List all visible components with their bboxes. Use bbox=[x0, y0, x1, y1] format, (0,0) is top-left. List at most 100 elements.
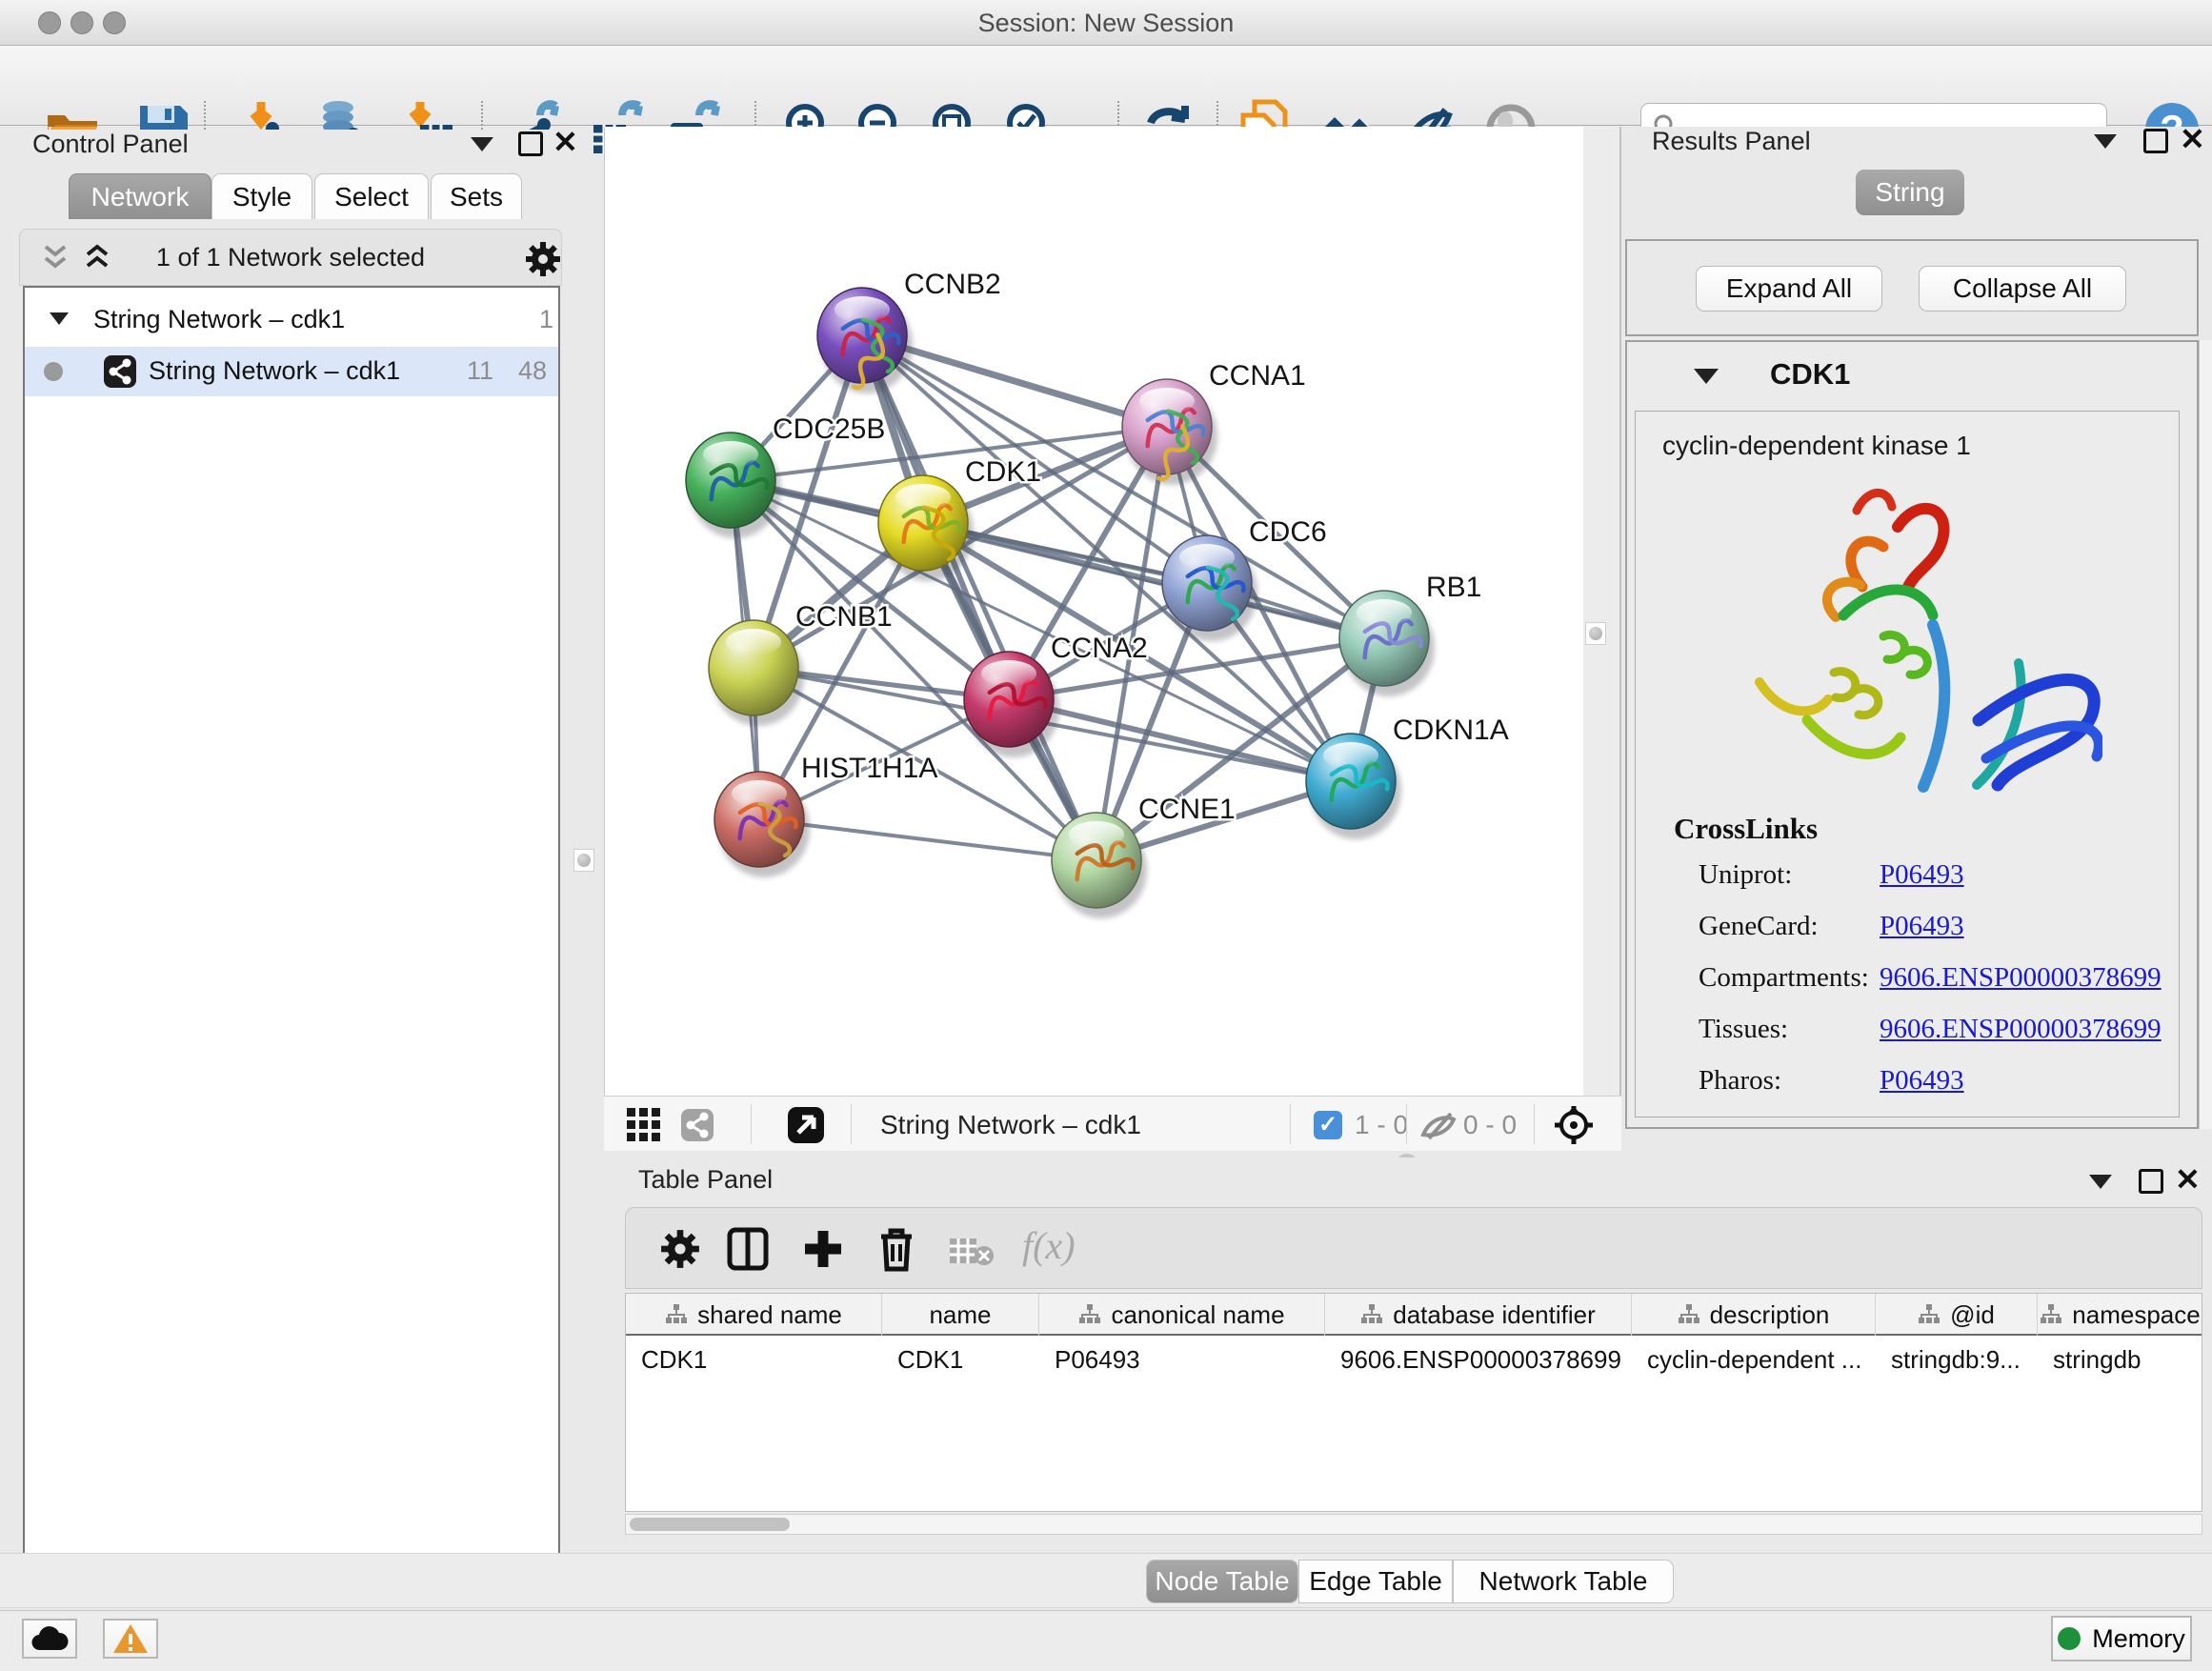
network-collection-count: 1 bbox=[539, 305, 553, 334]
left-splitter-handle[interactable] bbox=[573, 849, 594, 872]
column-header-namespace[interactable]: namespace bbox=[2038, 1294, 2202, 1336]
column-header--id[interactable]: @id bbox=[1876, 1294, 2038, 1336]
table-cell[interactable]: CDK1 bbox=[882, 1339, 1039, 1379]
table-cell[interactable]: stringdb:9... bbox=[1876, 1339, 2038, 1379]
tab-select[interactable]: Select bbox=[314, 173, 429, 219]
table-toolbar: f(x) bbox=[625, 1207, 2202, 1289]
main-toolbar: ? bbox=[0, 46, 2212, 126]
table-panel-close-icon[interactable]: ✕ bbox=[2175, 1167, 2201, 1192]
column-header-shared-name[interactable]: shared name bbox=[626, 1294, 882, 1336]
column-type-icon bbox=[1678, 1303, 1700, 1326]
delete-table-icon[interactable] bbox=[948, 1235, 994, 1267]
network-row-selected[interactable]: String Network – cdk1 11 48 bbox=[25, 347, 558, 396]
column-type-icon bbox=[665, 1303, 688, 1326]
control-panel-float-icon[interactable] bbox=[518, 131, 543, 156]
application-window: Session: New Session bbox=[0, 0, 2212, 1671]
crosslink-link[interactable]: 9606.ENSP00000378699 bbox=[1880, 962, 2162, 994]
network-node-CCNB2[interactable] bbox=[817, 288, 913, 393]
table-panel-float-menu-icon[interactable] bbox=[2089, 1175, 2112, 1189]
selected-items-checkbox-icon[interactable]: ✓ bbox=[1314, 1111, 1342, 1139]
network-node-RB1[interactable] bbox=[1339, 591, 1435, 696]
results-panel-close-icon[interactable]: ✕ bbox=[2180, 127, 2205, 151]
table-cell[interactable]: P06493 bbox=[1039, 1339, 1325, 1379]
results-panel-title: Results Panel bbox=[1652, 127, 1811, 156]
memory-button[interactable]: Memory bbox=[2051, 1616, 2192, 1661]
node-label-CCNE1: CCNE1 bbox=[1138, 794, 1236, 825]
table-panel: Table Panel ✕ bbox=[610, 1158, 2212, 1610]
crosslink-link[interactable]: P06493 bbox=[1880, 911, 1964, 942]
overview-splitter-handle[interactable] bbox=[1585, 622, 1606, 645]
network-row-label: String Network – cdk1 bbox=[149, 356, 400, 386]
toolbar-divider bbox=[851, 1104, 852, 1144]
scrollbar-thumb[interactable] bbox=[630, 1518, 790, 1531]
network-node-CDK1[interactable] bbox=[878, 475, 974, 581]
crosslink-label: Pharos: bbox=[1699, 1065, 1781, 1097]
cloud-icon bbox=[30, 1625, 69, 1652]
network-node-CCNA1[interactable] bbox=[1122, 379, 1217, 485]
network-view-title: String Network – cdk1 bbox=[880, 1110, 1141, 1140]
network-node-CCNA2[interactable] bbox=[964, 652, 1059, 757]
function-builder-icon[interactable]: f(x) bbox=[1022, 1223, 1076, 1268]
grid-view-icon[interactable] bbox=[627, 1108, 661, 1142]
column-header-name[interactable]: name bbox=[882, 1294, 1039, 1336]
warning-status-button[interactable] bbox=[103, 1619, 158, 1659]
results-panel-float-icon[interactable] bbox=[2143, 129, 2168, 153]
network-node-CDKN1A[interactable] bbox=[1306, 734, 1401, 839]
crosslink-link[interactable]: P06493 bbox=[1880, 859, 1964, 891]
table-cell[interactable]: stringdb bbox=[2038, 1339, 2202, 1379]
network-type-icon bbox=[103, 354, 137, 389]
table-panel-float-icon[interactable] bbox=[2139, 1169, 2163, 1194]
table-panel-title: Table Panel bbox=[638, 1165, 773, 1195]
attribute-table[interactable]: shared namenamecanonical namedatabase id… bbox=[625, 1293, 2202, 1512]
table-cell[interactable]: 9606.ENSP00000378699 bbox=[1325, 1339, 1632, 1379]
column-type-icon bbox=[1078, 1303, 1101, 1326]
column-header-description[interactable]: description bbox=[1632, 1294, 1876, 1336]
table-cell[interactable]: cyclin-dependent ... bbox=[1632, 1339, 1876, 1379]
network-canvas[interactable]: CCNB2CCNA1CDC25BCDK1CDC6RB1CCNB1CCNA2CDK… bbox=[604, 127, 1583, 1096]
create-column-plus-icon[interactable] bbox=[801, 1227, 845, 1271]
tab-network-table[interactable]: Network Table bbox=[1453, 1560, 1674, 1603]
network-node-CDC25B[interactable] bbox=[686, 433, 781, 538]
current-network-dot-icon bbox=[44, 362, 63, 381]
tab-style[interactable]: Style bbox=[211, 173, 312, 219]
hidden-items-eye-icon[interactable] bbox=[1419, 1110, 1458, 1140]
crosslink-label: GeneCard: bbox=[1699, 911, 1819, 942]
crosslink-link[interactable]: P06493 bbox=[1880, 1065, 1964, 1097]
network-node-HIST1H1A[interactable] bbox=[714, 772, 810, 877]
protein-section: CDK1 cyclin-dependent kinase 1 bbox=[1625, 340, 2199, 1129]
delete-column-trash-icon[interactable] bbox=[875, 1225, 917, 1273]
table-cell[interactable]: CDK1 bbox=[626, 1339, 882, 1379]
crosslink-link[interactable]: 9606.ENSP00000378699 bbox=[1880, 1014, 2162, 1045]
column-header-canonical-name[interactable]: canonical name bbox=[1039, 1294, 1325, 1336]
control-panel-close-icon[interactable]: ✕ bbox=[553, 130, 578, 154]
network-node-CCNE1[interactable] bbox=[1052, 813, 1147, 918]
table-options-gear-icon[interactable] bbox=[660, 1229, 700, 1269]
title-bar: Session: New Session bbox=[0, 0, 2212, 46]
column-header-database-identifier[interactable]: database identifier bbox=[1325, 1294, 1632, 1336]
results-scrollbar[interactable] bbox=[2199, 340, 2212, 1129]
network-node-CDC6[interactable] bbox=[1162, 535, 1257, 641]
cloud-status-button[interactable] bbox=[22, 1619, 77, 1659]
tab-edge-table[interactable]: Edge Table bbox=[1298, 1560, 1453, 1603]
expand-all-button[interactable]: Expand All bbox=[1696, 266, 1882, 312]
tab-network[interactable]: Network bbox=[69, 173, 211, 219]
control-panel-float-menu-icon[interactable] bbox=[471, 137, 493, 151]
tab-sets[interactable]: Sets bbox=[431, 173, 522, 219]
results-panel: Results Panel ✕ String Expand All Collap… bbox=[1625, 127, 2212, 1158]
tab-node-table[interactable]: Node Table bbox=[1146, 1560, 1298, 1603]
protein-collapse-caret-icon[interactable] bbox=[1694, 369, 1719, 384]
node-label-CDKN1A: CDKN1A bbox=[1393, 715, 1509, 746]
toolbar-divider bbox=[1406, 1104, 1407, 1144]
network-view-icon[interactable] bbox=[680, 1108, 714, 1142]
detach-view-icon[interactable] bbox=[787, 1106, 825, 1144]
results-panel-float-menu-icon[interactable] bbox=[2094, 134, 2117, 149]
tab-string[interactable]: String bbox=[1856, 170, 1964, 215]
column-type-icon bbox=[2040, 1303, 2062, 1326]
network-options-gear-icon[interactable] bbox=[525, 241, 561, 277]
table-horizontal-scrollbar[interactable] bbox=[625, 1514, 2202, 1535]
collapse-all-button[interactable]: Collapse All bbox=[1919, 266, 2126, 312]
birds-eye-crosshair-icon[interactable] bbox=[1553, 1104, 1595, 1146]
selected-items-count: 1 - 0 bbox=[1355, 1110, 1408, 1140]
show-columns-icon[interactable] bbox=[727, 1227, 769, 1271]
network-collection-row[interactable]: String Network – cdk1 1 bbox=[25, 295, 558, 345]
